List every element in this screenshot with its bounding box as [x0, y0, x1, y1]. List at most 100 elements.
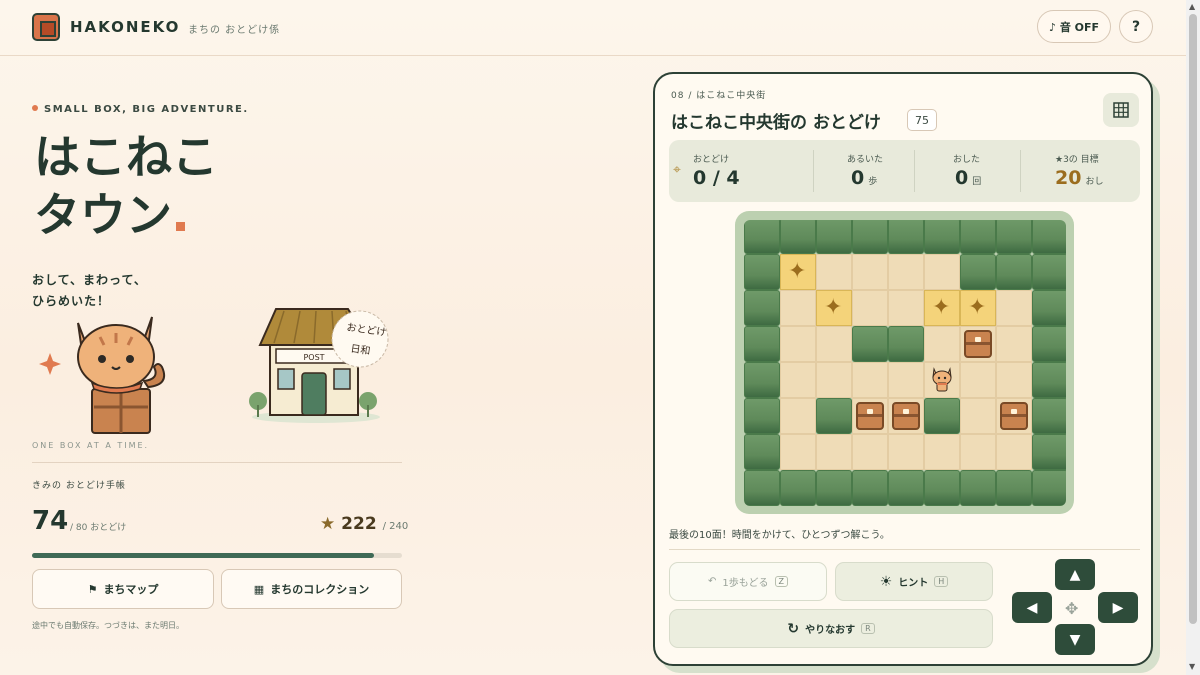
floor-tile [780, 434, 816, 470]
parcel-box [856, 402, 884, 430]
scroll-thumb[interactable] [1189, 14, 1197, 624]
wall-tile [960, 254, 996, 290]
hint-label: ヒント [898, 578, 929, 589]
wall-tile [744, 434, 780, 470]
sun-icon: ☀ [879, 573, 893, 590]
goal-number: 20 [1055, 167, 1082, 189]
reset-key-badge: R [861, 623, 875, 634]
floor-tile [816, 362, 852, 398]
wall-tile [1032, 254, 1066, 290]
floor-tile [924, 326, 960, 362]
tagline-text: SMALL BOX, BIG ADVENTURE. [44, 104, 249, 115]
undo-label: 1歩もどる [722, 578, 769, 589]
level-title: はこねこ中央街の おとどけ [671, 113, 881, 133]
floor-tile [780, 362, 816, 398]
stat-steps: あるいた 0歩 [847, 140, 927, 202]
undo-button[interactable]: ↶ 1歩もどる Z [669, 562, 827, 601]
brand-subtitle: まちの おとどけ係 [188, 25, 281, 36]
goal-star-icon: ✦ [968, 295, 987, 320]
goal-tile: ✦ [960, 290, 996, 326]
floor-tile [816, 326, 852, 362]
page-scrollbar[interactable]: ▲ ▼ [1186, 0, 1200, 675]
delivered-total: / 80 おとどけ [70, 523, 127, 533]
wall-tile [744, 470, 780, 506]
hint-button[interactable]: ☀ ヒント H [835, 562, 993, 601]
pushes-unit: 回 [972, 177, 982, 187]
wall-tile [852, 326, 888, 362]
move-cross-icon: ✥ [1065, 599, 1079, 618]
title-dot-icon [176, 222, 185, 231]
goal-tile: ✦ [780, 254, 816, 290]
wall-tile [1032, 220, 1066, 254]
wall-tile [744, 220, 780, 254]
stat-pushes-value: 0回 [955, 167, 981, 189]
panel-divider [669, 549, 1140, 550]
move-up-button[interactable]: ▲ [1055, 559, 1095, 590]
wall-tile [924, 398, 960, 434]
target-icon: ⌖ [673, 162, 681, 178]
level-panel: 08 / はこねこ中央街 はこねこ中央街の おとどけ 75 ⌖ おとどけ 0 /… [653, 72, 1153, 666]
floor-tile [816, 434, 852, 470]
reset-icon: ↻ [787, 620, 800, 637]
stat-pushes-label: おした [953, 155, 981, 165]
wall-tile [1032, 398, 1066, 434]
autosave-note: 途中でも自動保存。つづきは、また明日。 [32, 621, 184, 630]
post-sign: POST [303, 353, 324, 362]
level-select-button[interactable] [1103, 93, 1139, 127]
puzzle-board[interactable]: ✦ ✦ ✦ ✦ [744, 220, 1066, 506]
wall-tile [1032, 290, 1066, 326]
brand-name[interactable]: HAKONEKO [70, 18, 180, 36]
move-down-button[interactable]: ▼ [1055, 624, 1095, 655]
parcel-box [1000, 402, 1028, 430]
stat-separator [1020, 150, 1021, 192]
wall-tile [888, 326, 924, 362]
floor-tile [852, 290, 888, 326]
sound-toggle-button[interactable]: ♪ 音 OFF [1037, 10, 1111, 43]
tagline-dot-icon [32, 105, 38, 111]
wall-tile [996, 220, 1032, 254]
star-count-value: 222 [341, 514, 377, 534]
floor-tile [780, 398, 816, 434]
wall-tile [960, 470, 996, 506]
hero-tagline: SMALL BOX, BIG ADVENTURE. [32, 104, 249, 115]
stat-steps-label: あるいた [847, 155, 884, 165]
hakoneko-logo[interactable] [32, 13, 60, 41]
star-icon: ★ [320, 514, 336, 534]
move-right-button[interactable]: ▶ [1098, 592, 1138, 623]
floor-tile [816, 254, 852, 290]
wall-tile [816, 470, 852, 506]
scroll-down-arrow-icon[interactable]: ▼ [1189, 662, 1195, 671]
player-cat-icon [932, 367, 952, 392]
floor-tile [996, 290, 1032, 326]
scroll-up-arrow-icon[interactable]: ▲ [1189, 2, 1195, 11]
town-map-button[interactable]: ⚑ まちマップ [32, 569, 214, 609]
wall-tile [744, 290, 780, 326]
stat-delivered: おとどけ 0 / 4 [693, 140, 803, 202]
hero-title: はこねこ タウン [34, 128, 218, 244]
goal-tile: ✦ [816, 290, 852, 326]
move-left-button[interactable]: ◀ [1012, 592, 1052, 623]
stat-delivered-value: 0 / 4 [693, 167, 740, 189]
town-collection-button[interactable]: ▦ まちのコレクション [221, 569, 402, 609]
reset-button[interactable]: ↻ やりなおす R [669, 609, 993, 648]
wall-tile [744, 254, 780, 290]
stat-pushes: おした 0回 [953, 140, 1033, 202]
arrow-up-icon: ▲ [1069, 566, 1081, 583]
floor-tile [960, 434, 996, 470]
level-stats: ⌖ おとどけ 0 / 4 あるいた 0歩 おした 0回 ★3の 目標 20 おし [669, 140, 1140, 202]
floor-tile [924, 434, 960, 470]
stat-steps-value: 0歩 [851, 167, 877, 189]
level-breadcrumb: 08 / はこねこ中央街 [671, 91, 767, 101]
flag-icon: ⚑ [87, 582, 98, 596]
hero-subtitle-line1: おして、まわって、 [32, 273, 147, 287]
wall-tile [780, 220, 816, 254]
floor-tile [888, 362, 924, 398]
help-button[interactable]: ? [1119, 10, 1153, 43]
undo-key-badge: Z [774, 576, 789, 587]
wall-tile [852, 220, 888, 254]
goal-star-icon: ✦ [932, 295, 951, 320]
grid-icon [1113, 102, 1129, 118]
arrow-down-icon: ▼ [1069, 631, 1081, 648]
wall-tile [888, 220, 924, 254]
stat-goal-value: 20 おし [1055, 167, 1103, 189]
